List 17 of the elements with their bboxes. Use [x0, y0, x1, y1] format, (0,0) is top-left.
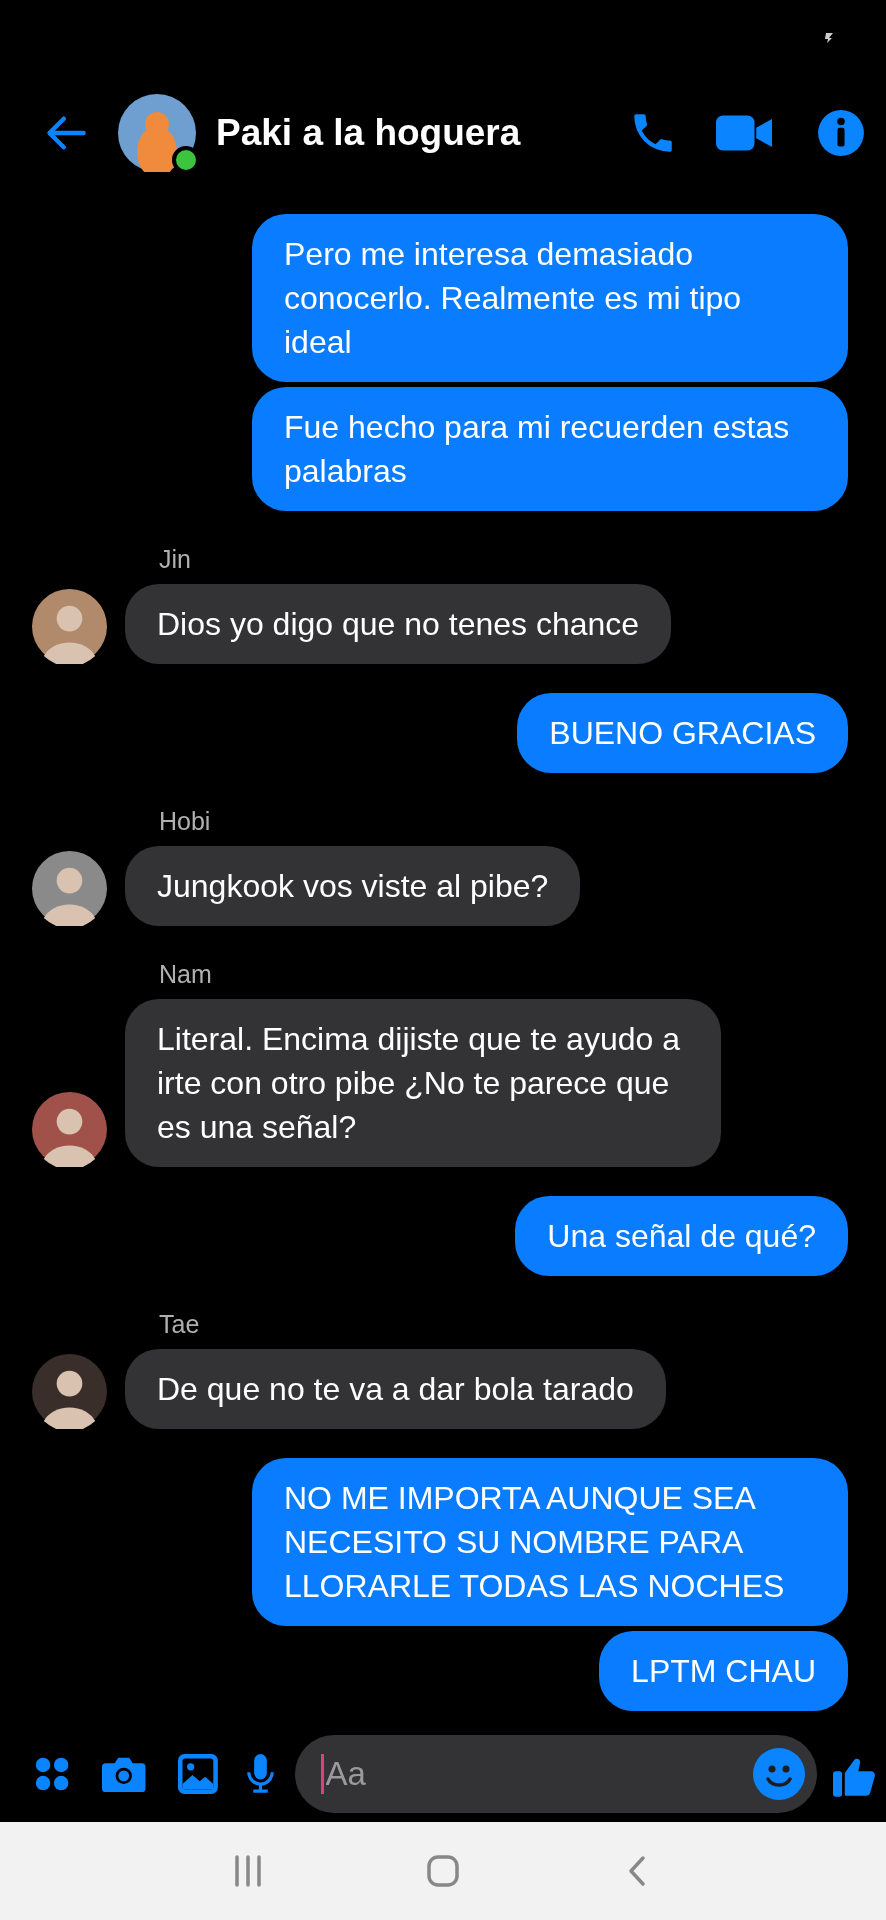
received-message: Dios yo digo que no tenes chance — [125, 584, 672, 664]
sent-message: Pero me interesa demasiado conocerlo. Realmente es mi tipo ideal — [252, 214, 848, 382]
received-message: Jungkook vos viste al pibe? — [125, 846, 581, 926]
message-input[interactable]: Aa — [323, 1753, 753, 1794]
sent-message: LPTM CHAU — [599, 1631, 848, 1711]
sender-name: Nam — [159, 960, 213, 989]
sent-message: Fue hecho para mi recuerden estas palabras — [252, 387, 848, 511]
chat-title: Paki a la hoguera — [216, 112, 521, 154]
sender-name: Jin — [159, 545, 192, 574]
received-message: Literal. Encima dijiste que te ayudo a irte con otro pibe ¿No te parece que es una señal? — [125, 999, 721, 1167]
sent-message: NO ME IMPORTA AUNQUE SEA NECESITO SU NOMBRE PARA LLORARLE TODAS LAS NOCHES — [252, 1458, 848, 1626]
message-field[interactable]: Aa — [294, 1734, 817, 1813]
sent-message: BUENO GRACIAS — [517, 693, 848, 773]
sender-name: Hobi — [159, 807, 212, 836]
sender-name: Tae — [159, 1310, 201, 1339]
received-message: De que no te va a dar bola tarado — [125, 1349, 666, 1429]
sent-message: Una señal de qué? — [515, 1196, 848, 1276]
